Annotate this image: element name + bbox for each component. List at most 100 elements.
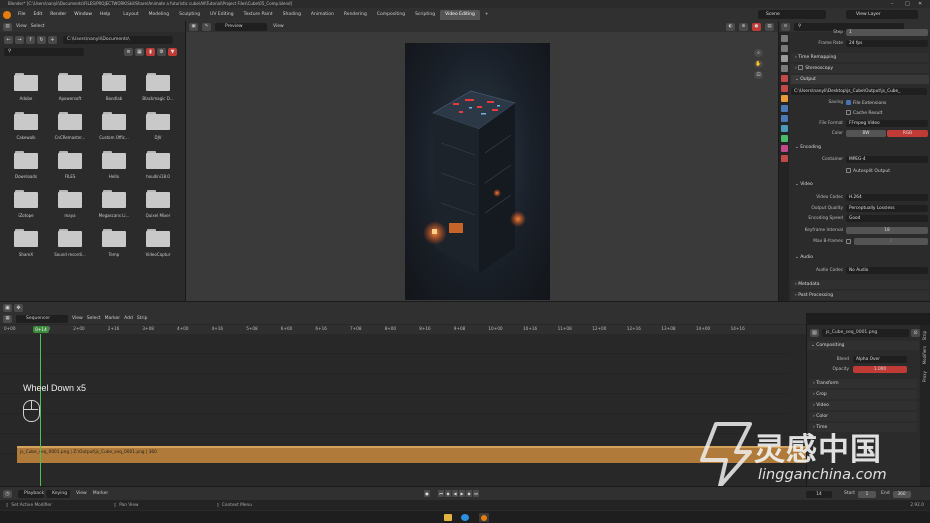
current-frame-field[interactable]: 14: [806, 491, 832, 498]
playhead-frame-label[interactable]: 0+14: [33, 326, 49, 333]
strip-mute-icon[interactable]: ⊙: [911, 329, 920, 337]
display-grid-icon[interactable]: ▦: [135, 48, 144, 56]
tab-animation[interactable]: Animation: [306, 10, 339, 20]
playhead-line[interactable]: [40, 334, 41, 486]
frame-rate-dropdown[interactable]: 24 fps: [846, 40, 928, 47]
channel-rgb-icon[interactable]: ▤: [765, 22, 774, 31]
folder-item[interactable]: DJV: [136, 108, 180, 140]
video-strip-section[interactable]: › Video: [809, 401, 917, 410]
file-extensions-option[interactable]: File Extensions: [846, 100, 886, 106]
options-icon[interactable]: ⚙: [157, 48, 166, 56]
forward-icon[interactable]: →: [15, 36, 24, 44]
tab-sculpting[interactable]: Sculpting: [174, 10, 205, 20]
camera-icon[interactable]: ⊡: [754, 71, 763, 79]
physics-tab-icon[interactable]: [780, 125, 788, 132]
fb-menu-view[interactable]: View: [16, 24, 27, 29]
scene-selector[interactable]: Scene: [758, 10, 826, 19]
file-format-dropdown[interactable]: FFmpeg Video: [846, 120, 928, 127]
close-icon[interactable]: ✕: [918, 0, 922, 8]
menu-file[interactable]: File: [14, 8, 30, 21]
new-folder-icon[interactable]: +: [48, 36, 57, 44]
encoding-section[interactable]: ⌄ Encoding: [791, 143, 929, 152]
tool-icon[interactable]: ✎: [202, 22, 211, 31]
folder-item[interactable]: Bandlab: [92, 69, 136, 101]
preview-editor-type-icon[interactable]: ▣: [189, 22, 198, 31]
pan-icon[interactable]: ✋: [754, 60, 763, 68]
transform-section[interactable]: › Transform: [809, 379, 917, 388]
tab-strip[interactable]: Strip: [922, 331, 927, 340]
crop-section[interactable]: › Crop: [809, 390, 917, 399]
fb-menu-select[interactable]: Select: [31, 24, 45, 29]
view-layer-selector[interactable]: View Layer: [846, 10, 918, 19]
browser-icon[interactable]: [461, 514, 469, 521]
timeline-editor-type-icon[interactable]: ◷: [3, 489, 12, 498]
folder-item[interactable]: VideoCaptur: [136, 225, 180, 257]
minimize-icon[interactable]: –: [891, 0, 894, 8]
strip-name-field[interactable]: js_Cube_seq_0001.png: [821, 329, 910, 337]
folder-item[interactable]: CnCRemaster...: [48, 108, 92, 140]
end-field[interactable]: 360: [892, 491, 911, 498]
folder-item[interactable]: Downloads: [4, 147, 48, 179]
blend-dropdown[interactable]: Alpha Over: [853, 356, 907, 363]
tab-shading[interactable]: Shading: [278, 10, 306, 20]
output-quality-dropdown[interactable]: Perceptually Lossless: [846, 205, 928, 212]
tab-compositing[interactable]: Compositing: [372, 10, 410, 20]
folder-item[interactable]: maya: [48, 186, 92, 218]
compositing-section[interactable]: ⌄ Compositing: [807, 341, 919, 350]
timeline-menu-view[interactable]: View: [76, 491, 87, 496]
tab-modeling[interactable]: Modeling: [144, 10, 174, 20]
properties-editor-type-icon[interactable]: ≡: [781, 22, 790, 31]
post-processing-section[interactable]: › Post Processing: [791, 291, 929, 300]
keyframe-interval-field[interactable]: 18: [846, 227, 928, 234]
step-field[interactable]: 1: [846, 29, 928, 36]
keying-dropdown[interactable]: Keying: [46, 489, 70, 498]
scene-tab-icon[interactable]: [780, 75, 788, 82]
container-dropdown[interactable]: MPEG-4: [846, 156, 928, 163]
output-path-field[interactable]: C:\Users\nanyli\Desktop\js_Cube\Output\j…: [791, 88, 927, 95]
gizmo-icon[interactable]: ⊕: [739, 22, 748, 31]
view-layer-tab-icon[interactable]: [780, 65, 788, 72]
folder-item[interactable]: Megascans Li...: [92, 186, 136, 218]
tab-video-editing[interactable]: Video Editing: [440, 10, 480, 20]
zoom-icon[interactable]: ⌕: [754, 49, 763, 57]
blender-task-icon[interactable]: [479, 513, 489, 522]
add-workspace-button[interactable]: +: [480, 10, 494, 20]
area-options-icon[interactable]: ▣: [3, 303, 12, 312]
cache-result-option[interactable]: Cache Result: [846, 110, 882, 116]
playback-dropdown[interactable]: Playback: [18, 489, 44, 498]
opacity-field[interactable]: 1.000: [853, 366, 907, 373]
menu-edit[interactable]: Edit: [30, 8, 47, 21]
object-tab-icon[interactable]: [780, 95, 788, 102]
stereoscopy-section[interactable]: › Stereoscopy: [791, 64, 929, 73]
blender-logo-icon[interactable]: [3, 10, 11, 19]
max-b-frames-checkbox[interactable]: [846, 239, 851, 244]
file-explorer-icon[interactable]: [444, 514, 452, 521]
time-ruler[interactable]: 0+001+082+002+163+084+004+165+086+006+16…: [0, 325, 806, 334]
output-section[interactable]: ⌄ Output: [791, 75, 929, 84]
folder-item[interactable]: Custom Offic...: [92, 108, 136, 140]
refresh-icon[interactable]: ↻: [37, 36, 46, 44]
menu-window[interactable]: Window: [70, 8, 96, 21]
tab-uv-editing[interactable]: UV Editing: [205, 10, 238, 20]
stereoscopy-checkbox[interactable]: [798, 65, 804, 70]
audio-section[interactable]: ⌄ Audio: [791, 253, 929, 262]
timeline-menu-marker[interactable]: Marker: [93, 491, 109, 496]
tab-scripting[interactable]: Scripting: [410, 10, 440, 20]
jump-start-icon[interactable]: ⏮: [438, 490, 444, 497]
folder-item[interactable]: Adobe: [4, 69, 48, 101]
render-tab-icon[interactable]: [780, 45, 788, 52]
metadata-section[interactable]: › Metadata: [791, 280, 929, 289]
audio-codec-dropdown[interactable]: No Audio: [846, 267, 928, 274]
area-tool-icon[interactable]: ✥: [14, 303, 23, 312]
filter-icon[interactable]: ▼: [168, 48, 177, 56]
modifier-tab-icon[interactable]: [780, 105, 788, 112]
autosplit-checkbox[interactable]: [846, 168, 851, 173]
display-channel-icon[interactable]: ●: [752, 22, 761, 31]
maximize-icon[interactable]: □: [905, 0, 910, 8]
time-remapping-section[interactable]: › Time Remapping: [791, 53, 929, 62]
folder-item[interactable]: Temp: [92, 225, 136, 257]
overlay-icon[interactable]: ◐: [726, 22, 735, 31]
jump-keyframe-forward-icon[interactable]: ◆: [466, 490, 472, 497]
jump-keyframe-back-icon[interactable]: ◆: [445, 490, 451, 497]
cache-result-checkbox[interactable]: [846, 110, 851, 115]
